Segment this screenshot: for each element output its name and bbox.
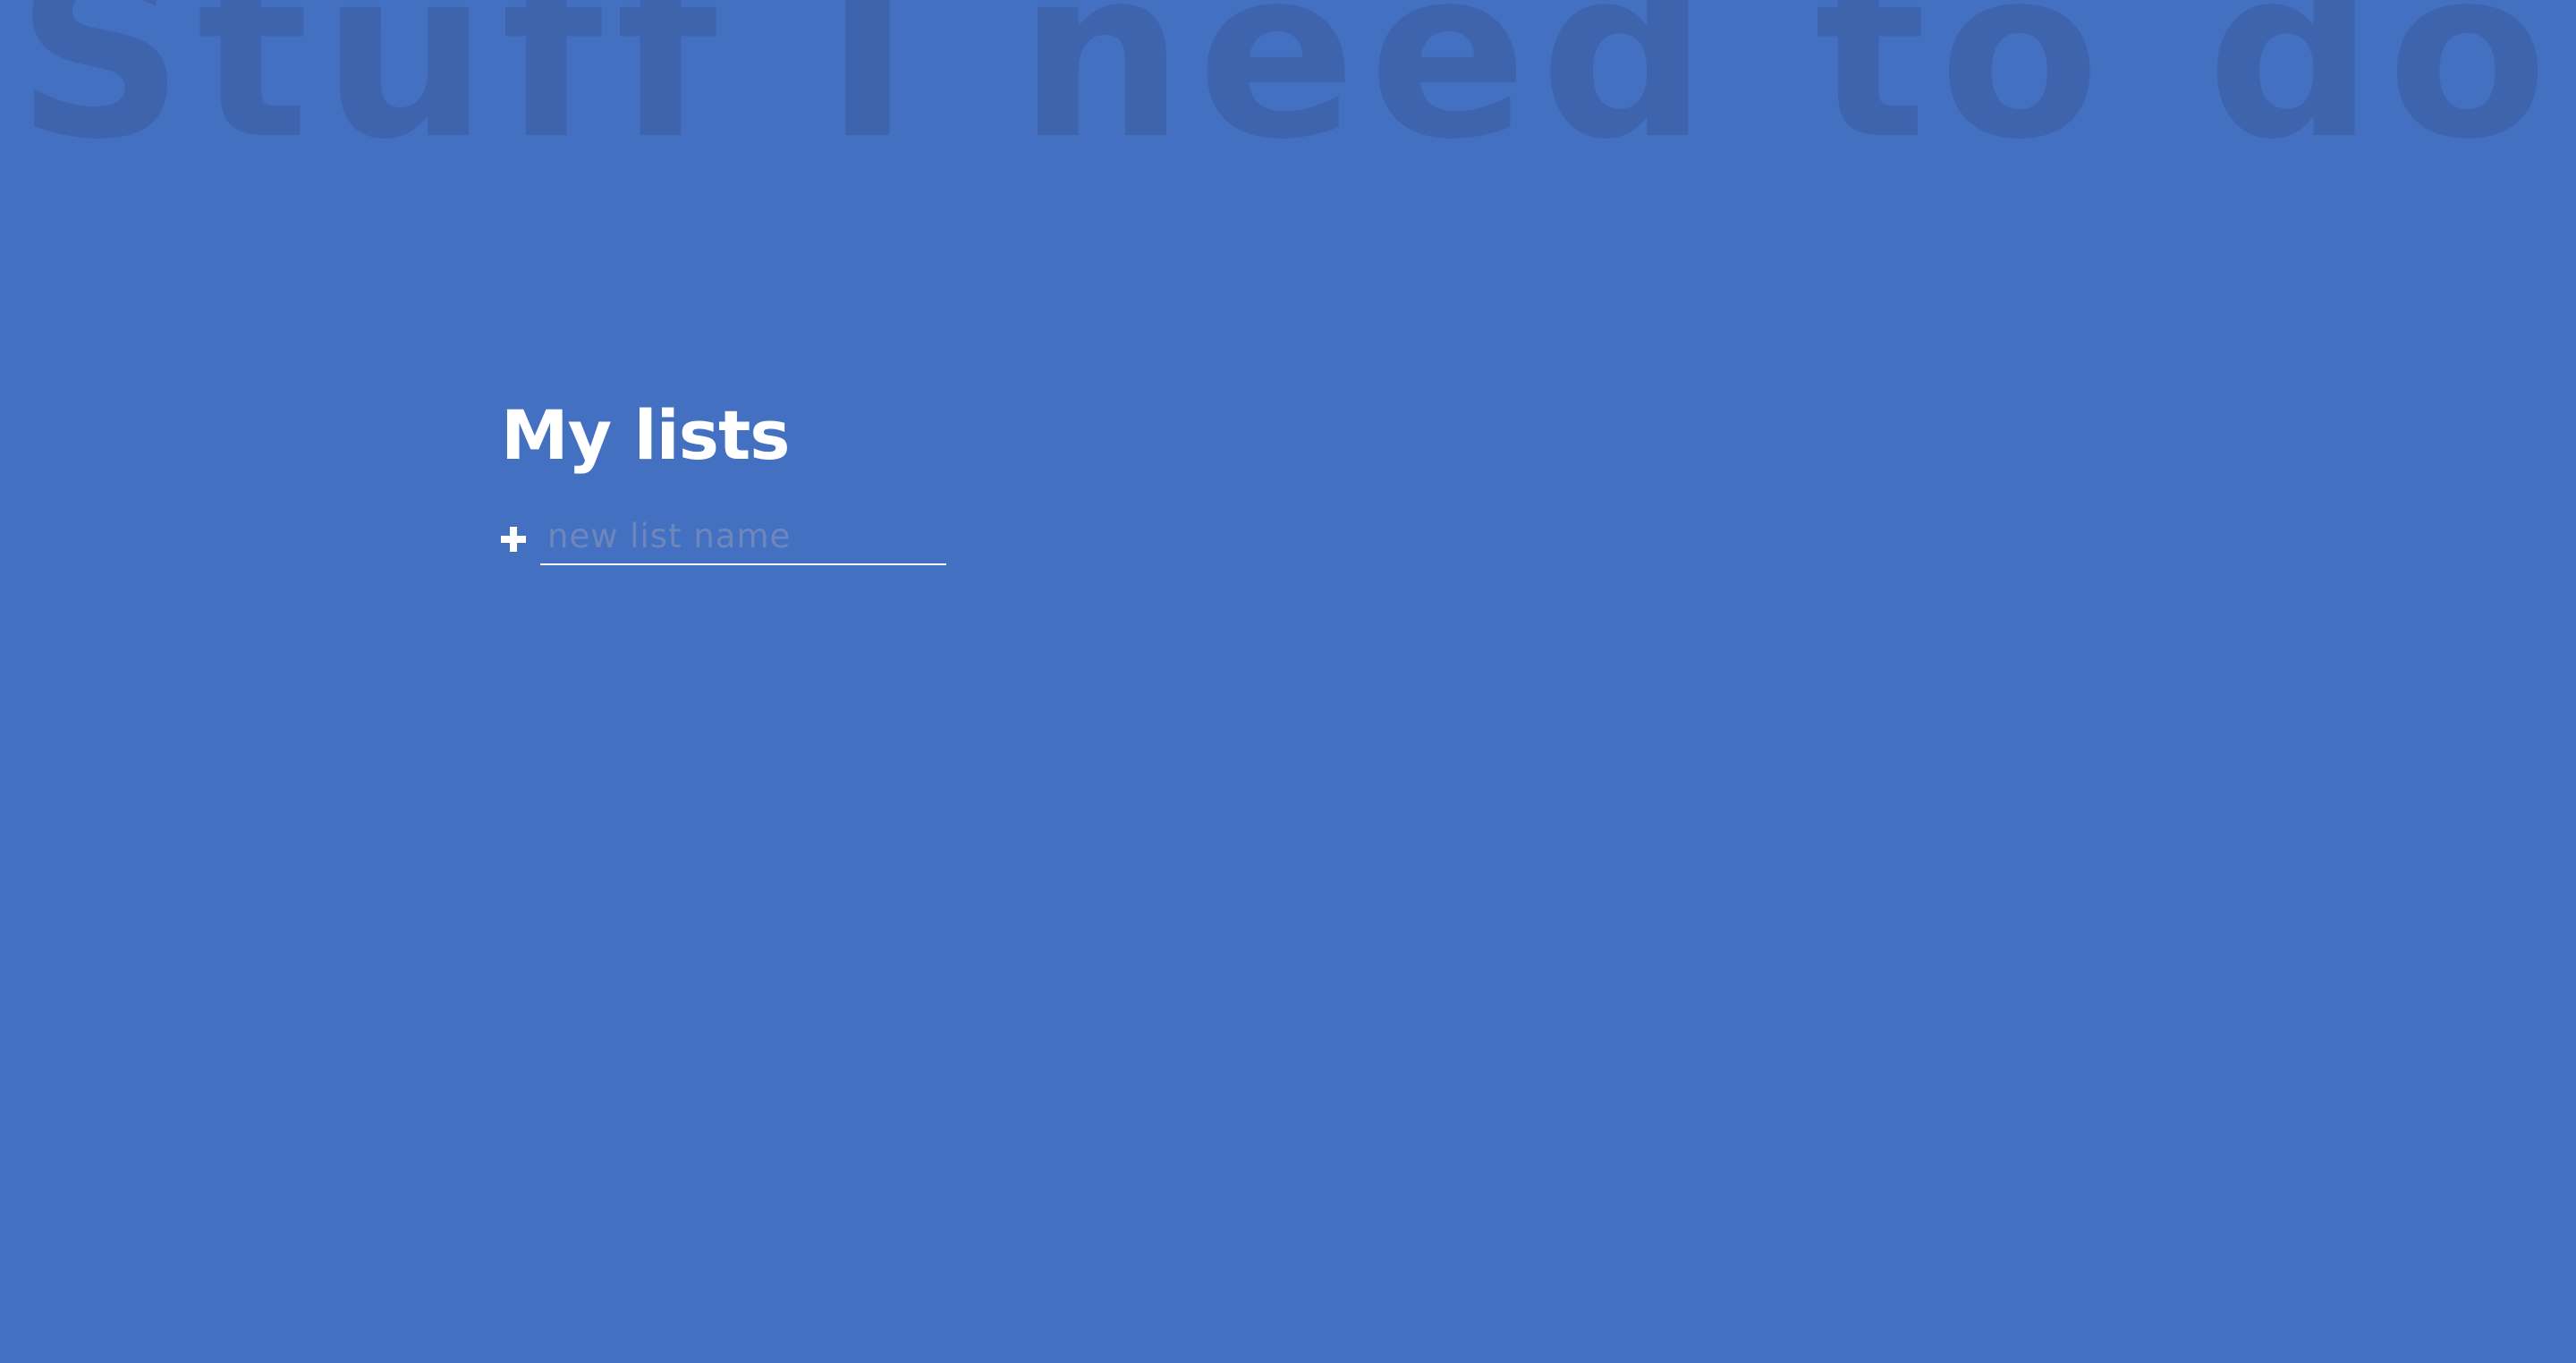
new-list-input[interactable] (540, 513, 946, 565)
lists-panel: My lists (501, 385, 2111, 565)
new-list-row (501, 513, 2111, 565)
plus-icon[interactable] (501, 527, 526, 552)
section-title: My lists (501, 395, 791, 475)
app-title: Stuff I need to do (15, 0, 2561, 190)
